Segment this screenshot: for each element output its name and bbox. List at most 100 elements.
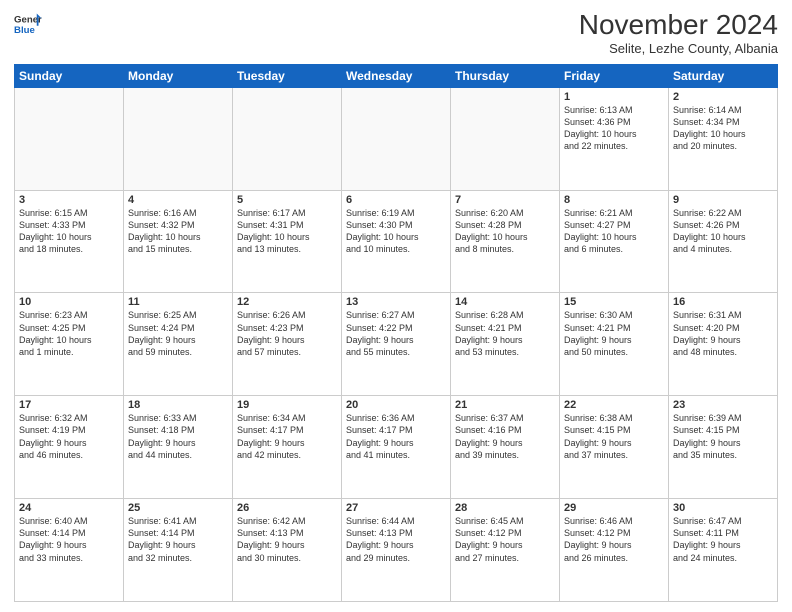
calendar-day-cell: 13Sunrise: 6:27 AMSunset: 4:22 PMDayligh… (342, 293, 451, 396)
calendar-day-cell: 15Sunrise: 6:30 AMSunset: 4:21 PMDayligh… (560, 293, 669, 396)
day-info: Sunrise: 6:46 AMSunset: 4:12 PMDaylight:… (564, 515, 664, 564)
day-info: Sunrise: 6:16 AMSunset: 4:32 PMDaylight:… (128, 207, 228, 256)
weekday-header: Thursday (451, 64, 560, 87)
calendar-day-cell: 26Sunrise: 6:42 AMSunset: 4:13 PMDayligh… (233, 499, 342, 602)
calendar-day-cell: 30Sunrise: 6:47 AMSunset: 4:11 PMDayligh… (669, 499, 778, 602)
day-number: 11 (128, 296, 228, 308)
calendar-day-cell (15, 87, 124, 190)
calendar-day-cell: 18Sunrise: 6:33 AMSunset: 4:18 PMDayligh… (124, 396, 233, 499)
day-info: Sunrise: 6:13 AMSunset: 4:36 PMDaylight:… (564, 104, 664, 153)
calendar-day-cell: 8Sunrise: 6:21 AMSunset: 4:27 PMDaylight… (560, 190, 669, 293)
calendar-day-cell: 22Sunrise: 6:38 AMSunset: 4:15 PMDayligh… (560, 396, 669, 499)
day-info: Sunrise: 6:32 AMSunset: 4:19 PMDaylight:… (19, 412, 119, 461)
day-number: 1 (564, 91, 664, 103)
calendar-week-row: 24Sunrise: 6:40 AMSunset: 4:14 PMDayligh… (15, 499, 778, 602)
day-info: Sunrise: 6:14 AMSunset: 4:34 PMDaylight:… (673, 104, 773, 153)
month-title: November 2024 (579, 10, 778, 41)
calendar-day-cell: 7Sunrise: 6:20 AMSunset: 4:28 PMDaylight… (451, 190, 560, 293)
day-number: 21 (455, 399, 555, 411)
day-info: Sunrise: 6:40 AMSunset: 4:14 PMDaylight:… (19, 515, 119, 564)
calendar-day-cell: 2Sunrise: 6:14 AMSunset: 4:34 PMDaylight… (669, 87, 778, 190)
day-number: 7 (455, 194, 555, 206)
calendar-day-cell: 3Sunrise: 6:15 AMSunset: 4:33 PMDaylight… (15, 190, 124, 293)
day-info: Sunrise: 6:17 AMSunset: 4:31 PMDaylight:… (237, 207, 337, 256)
calendar-day-cell: 27Sunrise: 6:44 AMSunset: 4:13 PMDayligh… (342, 499, 451, 602)
day-info: Sunrise: 6:25 AMSunset: 4:24 PMDaylight:… (128, 309, 228, 358)
calendar-day-cell (451, 87, 560, 190)
day-number: 22 (564, 399, 664, 411)
day-info: Sunrise: 6:19 AMSunset: 4:30 PMDaylight:… (346, 207, 446, 256)
calendar-header-row: SundayMondayTuesdayWednesdayThursdayFrid… (15, 64, 778, 87)
day-number: 23 (673, 399, 773, 411)
day-number: 25 (128, 502, 228, 514)
calendar-day-cell: 4Sunrise: 6:16 AMSunset: 4:32 PMDaylight… (124, 190, 233, 293)
day-info: Sunrise: 6:31 AMSunset: 4:20 PMDaylight:… (673, 309, 773, 358)
day-number: 12 (237, 296, 337, 308)
calendar-day-cell: 9Sunrise: 6:22 AMSunset: 4:26 PMDaylight… (669, 190, 778, 293)
day-info: Sunrise: 6:27 AMSunset: 4:22 PMDaylight:… (346, 309, 446, 358)
day-number: 8 (564, 194, 664, 206)
day-info: Sunrise: 6:21 AMSunset: 4:27 PMDaylight:… (564, 207, 664, 256)
day-info: Sunrise: 6:34 AMSunset: 4:17 PMDaylight:… (237, 412, 337, 461)
day-number: 19 (237, 399, 337, 411)
day-info: Sunrise: 6:39 AMSunset: 4:15 PMDaylight:… (673, 412, 773, 461)
day-info: Sunrise: 6:26 AMSunset: 4:23 PMDaylight:… (237, 309, 337, 358)
calendar-day-cell: 25Sunrise: 6:41 AMSunset: 4:14 PMDayligh… (124, 499, 233, 602)
day-number: 3 (19, 194, 119, 206)
weekday-header: Saturday (669, 64, 778, 87)
weekday-header: Friday (560, 64, 669, 87)
calendar-day-cell: 21Sunrise: 6:37 AMSunset: 4:16 PMDayligh… (451, 396, 560, 499)
day-number: 29 (564, 502, 664, 514)
page: General Blue November 2024 Selite, Lezhe… (0, 0, 792, 612)
day-info: Sunrise: 6:38 AMSunset: 4:15 PMDaylight:… (564, 412, 664, 461)
day-number: 26 (237, 502, 337, 514)
title-block: November 2024 Selite, Lezhe County, Alba… (579, 10, 778, 56)
day-number: 14 (455, 296, 555, 308)
calendar-day-cell: 28Sunrise: 6:45 AMSunset: 4:12 PMDayligh… (451, 499, 560, 602)
calendar-day-cell: 23Sunrise: 6:39 AMSunset: 4:15 PMDayligh… (669, 396, 778, 499)
day-number: 18 (128, 399, 228, 411)
calendar-day-cell: 20Sunrise: 6:36 AMSunset: 4:17 PMDayligh… (342, 396, 451, 499)
svg-text:Blue: Blue (14, 25, 35, 36)
day-number: 15 (564, 296, 664, 308)
day-info: Sunrise: 6:28 AMSunset: 4:21 PMDaylight:… (455, 309, 555, 358)
day-info: Sunrise: 6:41 AMSunset: 4:14 PMDaylight:… (128, 515, 228, 564)
day-number: 20 (346, 399, 446, 411)
day-info: Sunrise: 6:37 AMSunset: 4:16 PMDaylight:… (455, 412, 555, 461)
logo-icon: General Blue (14, 10, 42, 38)
calendar-day-cell: 1Sunrise: 6:13 AMSunset: 4:36 PMDaylight… (560, 87, 669, 190)
calendar-table: SundayMondayTuesdayWednesdayThursdayFrid… (14, 64, 778, 602)
day-info: Sunrise: 6:22 AMSunset: 4:26 PMDaylight:… (673, 207, 773, 256)
calendar-day-cell (124, 87, 233, 190)
calendar-week-row: 3Sunrise: 6:15 AMSunset: 4:33 PMDaylight… (15, 190, 778, 293)
calendar-day-cell: 19Sunrise: 6:34 AMSunset: 4:17 PMDayligh… (233, 396, 342, 499)
calendar-day-cell: 11Sunrise: 6:25 AMSunset: 4:24 PMDayligh… (124, 293, 233, 396)
calendar-week-row: 10Sunrise: 6:23 AMSunset: 4:25 PMDayligh… (15, 293, 778, 396)
day-number: 17 (19, 399, 119, 411)
day-number: 16 (673, 296, 773, 308)
weekday-header: Tuesday (233, 64, 342, 87)
weekday-header: Sunday (15, 64, 124, 87)
day-number: 24 (19, 502, 119, 514)
day-number: 4 (128, 194, 228, 206)
day-info: Sunrise: 6:47 AMSunset: 4:11 PMDaylight:… (673, 515, 773, 564)
logo: General Blue (14, 10, 42, 38)
day-info: Sunrise: 6:30 AMSunset: 4:21 PMDaylight:… (564, 309, 664, 358)
day-number: 27 (346, 502, 446, 514)
calendar-day-cell (233, 87, 342, 190)
day-info: Sunrise: 6:33 AMSunset: 4:18 PMDaylight:… (128, 412, 228, 461)
calendar-week-row: 1Sunrise: 6:13 AMSunset: 4:36 PMDaylight… (15, 87, 778, 190)
day-number: 2 (673, 91, 773, 103)
day-info: Sunrise: 6:20 AMSunset: 4:28 PMDaylight:… (455, 207, 555, 256)
calendar-day-cell: 16Sunrise: 6:31 AMSunset: 4:20 PMDayligh… (669, 293, 778, 396)
day-number: 30 (673, 502, 773, 514)
calendar-day-cell (342, 87, 451, 190)
calendar-day-cell: 17Sunrise: 6:32 AMSunset: 4:19 PMDayligh… (15, 396, 124, 499)
weekday-header: Monday (124, 64, 233, 87)
day-info: Sunrise: 6:45 AMSunset: 4:12 PMDaylight:… (455, 515, 555, 564)
calendar-day-cell: 29Sunrise: 6:46 AMSunset: 4:12 PMDayligh… (560, 499, 669, 602)
header: General Blue November 2024 Selite, Lezhe… (14, 10, 778, 56)
day-number: 5 (237, 194, 337, 206)
calendar-day-cell: 6Sunrise: 6:19 AMSunset: 4:30 PMDaylight… (342, 190, 451, 293)
calendar-day-cell: 14Sunrise: 6:28 AMSunset: 4:21 PMDayligh… (451, 293, 560, 396)
